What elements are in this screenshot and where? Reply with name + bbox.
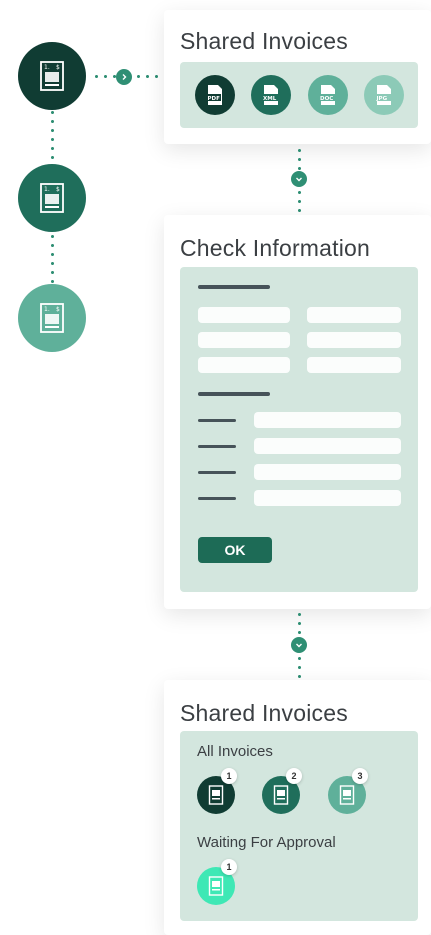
count-badge: 1 — [221, 768, 237, 784]
card-title: Check Information — [180, 235, 371, 261]
xml-file-icon[interactable]: XML — [251, 75, 291, 115]
section-heading-bar — [198, 285, 270, 289]
timeline-connector — [51, 232, 54, 284]
field-label-bar — [198, 497, 236, 500]
form-field[interactable] — [254, 490, 401, 506]
invoice-icon[interactable]: 1 — [197, 768, 237, 814]
svg-text:PDF: PDF — [208, 96, 221, 102]
svg-text:DOC: DOC — [320, 96, 333, 102]
chevron-down-icon — [291, 637, 307, 653]
waiting-approval-label: Waiting For Approval — [197, 834, 336, 851]
svg-text:1.: 1. — [44, 64, 50, 71]
shared-invoices-card: Shared Invoices PDF XML DOC JPG — [164, 10, 431, 144]
svg-text:XML: XML — [263, 96, 277, 102]
chevron-down-icon — [291, 171, 307, 187]
flow-connector — [298, 146, 301, 172]
count-badge: 2 — [286, 768, 302, 784]
form-field[interactable] — [198, 332, 290, 348]
svg-text:1.: 1. — [44, 186, 50, 193]
invoice-node-icon: 1. $ — [18, 164, 86, 232]
form-panel: OK — [180, 267, 418, 592]
form-field[interactable] — [254, 438, 401, 454]
flow-connector — [298, 654, 301, 680]
count-badge: 3 — [352, 768, 368, 784]
form-field[interactable] — [254, 464, 401, 480]
form-field[interactable] — [198, 357, 290, 373]
svg-text:1.: 1. — [44, 306, 50, 313]
pending-invoice-icon[interactable]: 1 — [197, 859, 237, 905]
invoice-node-icon: 1. $ — [18, 42, 86, 110]
ok-button[interactable]: OK — [198, 537, 272, 563]
form-field[interactable] — [198, 307, 290, 323]
doc-file-icon[interactable]: DOC — [308, 75, 348, 115]
field-label-bar — [198, 419, 236, 422]
timeline-connector — [51, 108, 54, 164]
section-heading-bar — [198, 392, 270, 396]
jpg-file-icon[interactable]: JPG — [364, 75, 404, 115]
form-field[interactable] — [307, 332, 401, 348]
count-badge: 1 — [221, 859, 237, 875]
timeline-connector — [134, 75, 164, 78]
svg-text:JPG: JPG — [376, 96, 388, 102]
all-invoices-label: All Invoices — [197, 743, 273, 760]
svg-text:$: $ — [56, 64, 60, 71]
chevron-right-icon — [116, 69, 132, 85]
field-label-bar — [198, 471, 236, 474]
svg-text:$: $ — [56, 186, 60, 193]
format-panel: PDF XML DOC JPG — [180, 62, 418, 128]
form-field[interactable] — [307, 307, 401, 323]
check-information-card: Check Information OK — [164, 215, 431, 609]
invoice-icon[interactable]: 2 — [262, 768, 302, 814]
flow-connector — [298, 188, 301, 214]
card-title: Shared Invoices — [180, 700, 348, 726]
invoice-icon[interactable]: 3 — [328, 768, 368, 814]
card-title: Shared Invoices — [180, 28, 348, 54]
invoice-node-icon: 1. $ — [18, 284, 86, 352]
approval-card: Shared Invoices All Invoices 1 2 3 Waiti… — [164, 680, 431, 935]
pdf-file-icon[interactable]: PDF — [195, 75, 235, 115]
field-label-bar — [198, 445, 236, 448]
invoice-list-panel: All Invoices 1 2 3 Waiting For Approval … — [180, 731, 418, 921]
timeline-connector — [92, 75, 116, 78]
flow-connector — [298, 610, 301, 636]
svg-text:$: $ — [56, 306, 60, 313]
form-field[interactable] — [254, 412, 401, 428]
form-field[interactable] — [307, 357, 401, 373]
